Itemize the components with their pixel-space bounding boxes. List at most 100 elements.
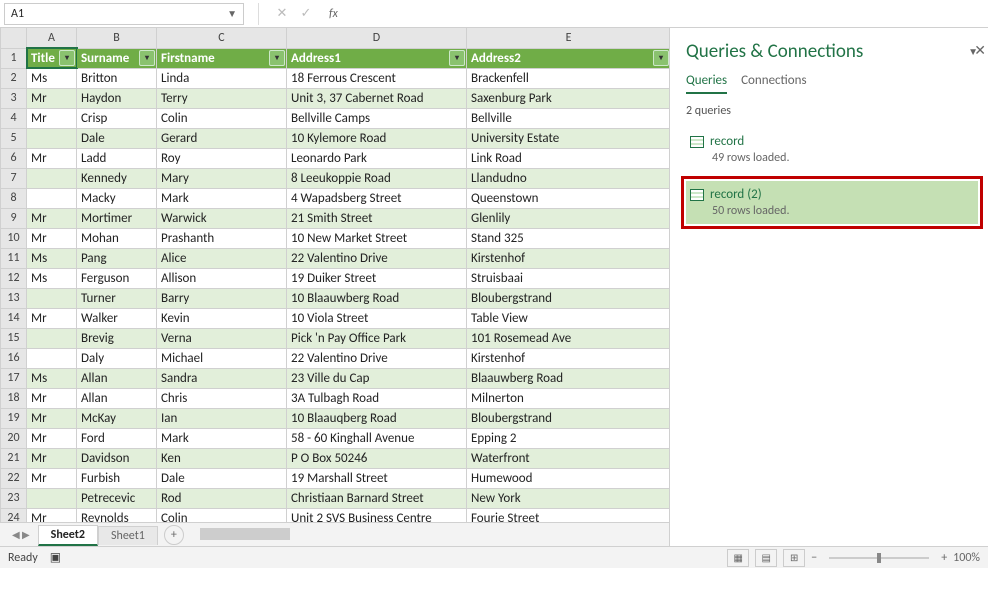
- row-header[interactable]: 6: [1, 148, 27, 168]
- cell[interactable]: Furbish: [77, 468, 157, 488]
- filter-dropdown-icon[interactable]: ▾: [449, 50, 465, 66]
- query-item[interactable]: record 49 rows loaded.: [686, 128, 978, 171]
- cell[interactable]: 10 Blaauqberg Road: [287, 408, 467, 428]
- cell[interactable]: Alice: [157, 248, 287, 268]
- filter-dropdown-icon[interactable]: ▾: [269, 50, 285, 66]
- cell[interactable]: Mr: [27, 208, 77, 228]
- table-header-cell[interactable]: Title▾: [27, 48, 77, 68]
- cell[interactable]: Humewood: [467, 468, 670, 488]
- query-item-selected[interactable]: record (2) 50 rows loaded.: [686, 181, 978, 224]
- cell[interactable]: 22 Valentino Drive: [287, 248, 467, 268]
- cell[interactable]: Stand 325: [467, 228, 670, 248]
- cell[interactable]: Barry: [157, 288, 287, 308]
- fx-icon[interactable]: fx: [329, 7, 338, 21]
- cell[interactable]: Kevin: [157, 308, 287, 328]
- cell[interactable]: Daly: [77, 348, 157, 368]
- name-box[interactable]: A1 ▼: [4, 3, 244, 25]
- row-header[interactable]: 22: [1, 468, 27, 488]
- cell[interactable]: Ms: [27, 68, 77, 88]
- cell[interactable]: Mark: [157, 188, 287, 208]
- cell[interactable]: 58 - 60 Kinghall Avenue: [287, 428, 467, 448]
- col-header[interactable]: C: [157, 28, 287, 48]
- cell[interactable]: Mr: [27, 88, 77, 108]
- cell[interactable]: 23 Ville du Cap: [287, 368, 467, 388]
- cell[interactable]: New York: [467, 488, 670, 508]
- cell[interactable]: Kirstenhof: [467, 248, 670, 268]
- cell[interactable]: Mr: [27, 508, 77, 522]
- cell[interactable]: Crisp: [77, 108, 157, 128]
- sheet-tab-inactive[interactable]: Sheet1: [98, 526, 158, 545]
- cell[interactable]: [27, 288, 77, 308]
- table-header-cell[interactable]: Address1▾: [287, 48, 467, 68]
- row-header[interactable]: 24: [1, 508, 27, 522]
- cell[interactable]: [27, 128, 77, 148]
- table-header-cell[interactable]: Address2▾: [467, 48, 670, 68]
- horizontal-scrollbar[interactable]: [200, 526, 665, 544]
- tab-connections[interactable]: Connections: [741, 73, 806, 94]
- grid[interactable]: A B C D E 1Title▾Surname▾Firstname▾Addre…: [0, 28, 669, 522]
- cell[interactable]: Chris: [157, 388, 287, 408]
- sheet-tab-active[interactable]: Sheet2: [38, 525, 98, 546]
- cell[interactable]: McKay: [77, 408, 157, 428]
- cell[interactable]: Blaauwberg Road: [467, 368, 670, 388]
- cell[interactable]: Michael: [157, 348, 287, 368]
- cell[interactable]: Terry: [157, 88, 287, 108]
- cell[interactable]: Turner: [77, 288, 157, 308]
- table-header-cell[interactable]: Surname▾: [77, 48, 157, 68]
- cell[interactable]: Mohan: [77, 228, 157, 248]
- row-header[interactable]: 1: [1, 48, 27, 68]
- row-header[interactable]: 8: [1, 188, 27, 208]
- cell[interactable]: Christiaan Barnard Street: [287, 488, 467, 508]
- row-header[interactable]: 19: [1, 408, 27, 428]
- cell[interactable]: Link Road: [467, 148, 670, 168]
- cell[interactable]: Ken: [157, 448, 287, 468]
- row-header[interactable]: 2: [1, 68, 27, 88]
- row-header[interactable]: 13: [1, 288, 27, 308]
- cell[interactable]: Warwick: [157, 208, 287, 228]
- cell[interactable]: P O Box 50246: [287, 448, 467, 468]
- row-header[interactable]: 15: [1, 328, 27, 348]
- cell[interactable]: Mr: [27, 468, 77, 488]
- cell[interactable]: 19 Duiker Street: [287, 268, 467, 288]
- cell[interactable]: 10 Kylemore Road: [287, 128, 467, 148]
- cell[interactable]: 21 Smith Street: [287, 208, 467, 228]
- row-header[interactable]: 21: [1, 448, 27, 468]
- cell[interactable]: Roy: [157, 148, 287, 168]
- zoom-out-button[interactable]: −: [811, 551, 817, 565]
- cell[interactable]: Allan: [77, 368, 157, 388]
- cell[interactable]: Ms: [27, 268, 77, 288]
- cell[interactable]: 10 Blaauwberg Road: [287, 288, 467, 308]
- cell[interactable]: Prashanth: [157, 228, 287, 248]
- cell[interactable]: Table View: [467, 308, 670, 328]
- cell[interactable]: Colin: [157, 508, 287, 522]
- view-normal-icon[interactable]: ▦: [727, 549, 749, 567]
- zoom-in-button[interactable]: +: [941, 551, 947, 565]
- cell[interactable]: Linda: [157, 68, 287, 88]
- col-header[interactable]: A: [27, 28, 77, 48]
- cell[interactable]: Ms: [27, 368, 77, 388]
- zoom-level[interactable]: 100%: [953, 551, 980, 565]
- cell[interactable]: Haydon: [77, 88, 157, 108]
- cell[interactable]: [27, 348, 77, 368]
- cell[interactable]: Fourie Street: [467, 508, 670, 522]
- row-header[interactable]: 10: [1, 228, 27, 248]
- row-header[interactable]: 9: [1, 208, 27, 228]
- cell[interactable]: Waterfront: [467, 448, 670, 468]
- row-header[interactable]: 3: [1, 88, 27, 108]
- cell[interactable]: 101 Rosemead Ave: [467, 328, 670, 348]
- cell[interactable]: Davidson: [77, 448, 157, 468]
- cell[interactable]: Struisbaai: [467, 268, 670, 288]
- cell[interactable]: [27, 328, 77, 348]
- cell[interactable]: 3A Tulbagh Road: [287, 388, 467, 408]
- col-header[interactable]: E: [467, 28, 670, 48]
- cell[interactable]: Unit 2 SVS Business Centre: [287, 508, 467, 522]
- cell[interactable]: Mr: [27, 308, 77, 328]
- cell[interactable]: Reynolds: [77, 508, 157, 522]
- cell[interactable]: Mortimer: [77, 208, 157, 228]
- cell[interactable]: 22 Valentino Drive: [287, 348, 467, 368]
- cell[interactable]: Ford: [77, 428, 157, 448]
- chevron-down-icon[interactable]: ▼: [227, 7, 237, 20]
- cell[interactable]: Sandra: [157, 368, 287, 388]
- cell[interactable]: Saxenburg Park: [467, 88, 670, 108]
- filter-dropdown-icon[interactable]: ▾: [653, 50, 669, 66]
